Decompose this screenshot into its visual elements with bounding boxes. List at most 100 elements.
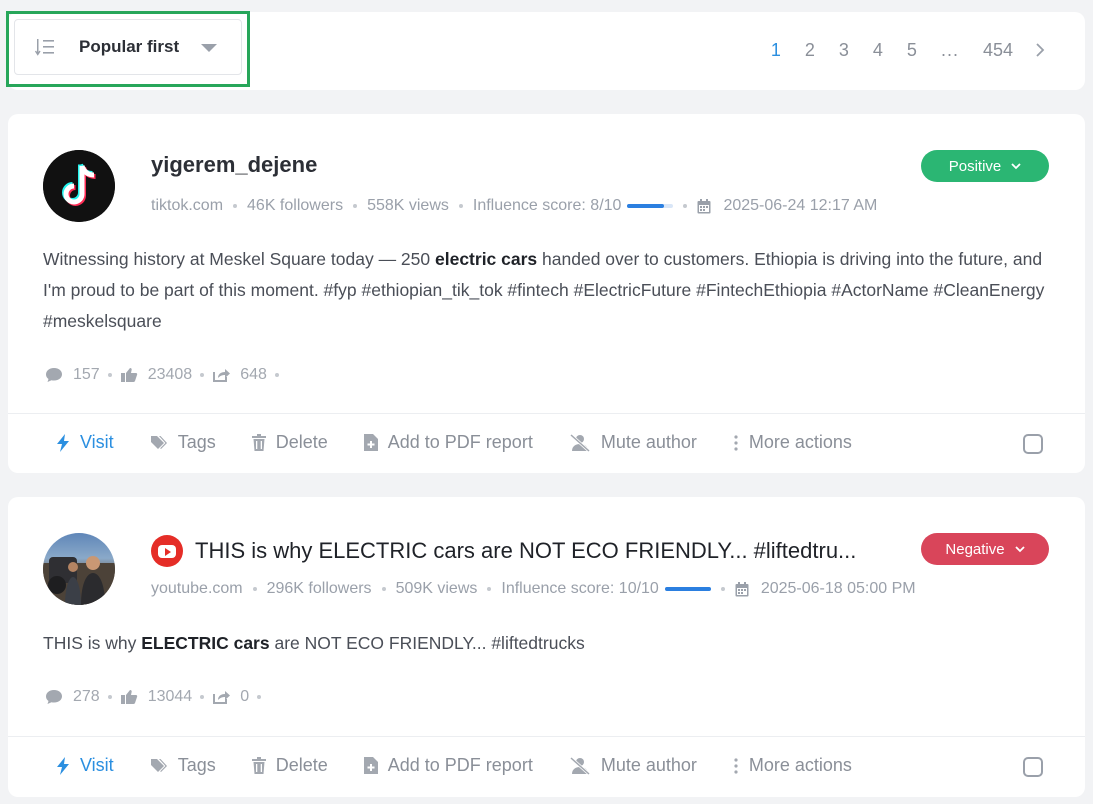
add-to-pdf-label: Add to PDF report <box>387 755 533 775</box>
separator-dot <box>683 204 688 208</box>
card-divider <box>8 736 1085 737</box>
mute-user-icon <box>569 756 590 775</box>
post-text-part: are NOT ECO FRIENDLY... #liftedtrucks <box>269 633 585 653</box>
shares-count: 0 <box>240 688 250 705</box>
post-datetime: 2025-06-18 05:00 PM <box>760 580 916 597</box>
separator-dot <box>107 373 112 377</box>
post-text-part: THIS is why <box>43 633 142 653</box>
post-datetime: 2025-06-24 12:17 AM <box>723 197 878 214</box>
influence-bar <box>664 587 711 591</box>
likes-count: 23408 <box>147 366 193 383</box>
sentiment-label: Negative <box>945 540 1005 558</box>
sort-label: Popular first <box>79 37 180 56</box>
tags-button[interactable]: Tags <box>150 432 216 453</box>
mute-author-label: Mute author <box>600 755 697 775</box>
post-title[interactable]: THIS is why ELECTRIC cars are NOT ECO FR… <box>195 538 856 564</box>
calendar-icon <box>735 581 749 596</box>
mention-card: THIS is why ELECTRIC cars are NOT ECO FR… <box>8 497 1085 797</box>
chevron-down-icon <box>201 44 218 52</box>
page-2[interactable]: 2 <box>805 40 815 61</box>
page-5[interactable]: 5 <box>907 40 917 61</box>
tag-icon <box>150 758 167 772</box>
calendar-icon <box>697 198 711 213</box>
keyword-highlight: electric cars <box>435 249 538 269</box>
pagination: 1 2 3 4 5 ... 454 <box>747 36 1045 64</box>
likes-count: 13044 <box>147 688 193 705</box>
views-count: 558K views <box>367 197 449 214</box>
post-title-row: yigerem_dejene <box>151 152 317 178</box>
card-actions: Visit Tags Delete Add to PDF report Mute… <box>56 432 888 453</box>
select-checkbox[interactable] <box>1023 757 1043 777</box>
page-1[interactable]: 1 <box>771 40 781 61</box>
engagement-stats: 278 13044 0 <box>45 688 269 706</box>
influence-score: Influence score: 10/10 <box>501 580 659 597</box>
separator-dot <box>487 587 492 591</box>
post-meta: youtube.com 296K followers 509K views In… <box>151 580 916 598</box>
comment-icon <box>46 368 62 382</box>
page-4[interactable]: 4 <box>873 40 883 61</box>
mute-author-button[interactable]: Mute author <box>569 432 697 453</box>
add-to-pdf-label: Add to PDF report <box>387 432 533 452</box>
author-name[interactable]: yigerem_dejene <box>151 152 317 178</box>
chevron-right-icon[interactable] <box>1035 42 1045 58</box>
source-domain[interactable]: tiktok.com <box>151 197 223 215</box>
separator-dot <box>200 373 205 377</box>
post-text-part: Witnessing history at Meskel Square toda… <box>43 249 435 269</box>
shares-count: 648 <box>240 366 267 383</box>
post-text: THIS is why ELECTRIC cars are NOT ECO FR… <box>43 628 1058 659</box>
more-actions-button[interactable]: More actions <box>733 755 852 776</box>
separator-dot <box>257 695 262 699</box>
select-checkbox[interactable] <box>1023 434 1043 454</box>
mute-author-label: Mute author <box>600 432 697 452</box>
more-actions-label: More actions <box>748 755 852 775</box>
youtube-logo-icon <box>151 535 183 567</box>
post-meta: tiktok.com 46K followers 558K views Infl… <box>151 197 877 215</box>
comment-icon <box>46 690 62 704</box>
tags-label: Tags <box>177 755 216 775</box>
separator-dot <box>720 587 725 591</box>
separator-dot <box>107 695 112 699</box>
post-text: Witnessing history at Meskel Square toda… <box>43 244 1058 337</box>
delete-button[interactable]: Delete <box>251 755 328 776</box>
add-to-pdf-button[interactable]: Add to PDF report <box>363 755 533 776</box>
more-actions-button[interactable]: More actions <box>733 432 852 453</box>
comments-count: 278 <box>73 688 100 705</box>
card-divider <box>8 413 1085 414</box>
sentiment-label: Positive <box>948 157 1002 175</box>
mute-author-button[interactable]: Mute author <box>569 755 697 776</box>
tags-button[interactable]: Tags <box>150 755 216 776</box>
influence-bar-fill <box>664 587 711 591</box>
influence-bar <box>627 204 674 208</box>
sentiment-badge[interactable]: Positive <box>921 150 1049 182</box>
add-to-pdf-button[interactable]: Add to PDF report <box>363 432 533 453</box>
separator-dot <box>274 373 279 377</box>
lightning-icon <box>57 756 69 775</box>
file-plus-icon <box>363 434 378 451</box>
source-domain[interactable]: youtube.com <box>151 580 243 598</box>
author-avatar <box>43 533 115 605</box>
engagement-stats: 157 23408 648 <box>45 366 287 384</box>
sort-dropdown[interactable]: Popular first <box>14 19 242 75</box>
followers-count: 296K followers <box>266 580 372 597</box>
sort-list-icon <box>35 39 54 56</box>
tag-icon <box>150 435 167 449</box>
visit-button[interactable]: Visit <box>56 755 114 776</box>
sentiment-badge[interactable]: Negative <box>921 533 1049 565</box>
card-actions: Visit Tags Delete Add to PDF report Mute… <box>56 755 888 776</box>
delete-label: Delete <box>275 755 328 775</box>
thumbs-up-icon <box>120 690 137 704</box>
mention-card: yigerem_dejene Positive tiktok.com 46K f… <box>8 114 1085 473</box>
page-last[interactable]: 454 <box>983 40 1013 61</box>
comments-count: 157 <box>73 366 100 383</box>
views-count: 509K views <box>395 580 478 597</box>
visit-button[interactable]: Visit <box>56 432 114 453</box>
visit-label: Visit <box>80 755 114 775</box>
delete-button[interactable]: Delete <box>251 432 328 453</box>
chevron-down-icon <box>1014 545 1025 552</box>
more-actions-label: More actions <box>748 432 852 452</box>
trash-icon <box>251 757 266 774</box>
thumbs-up-icon <box>120 368 137 382</box>
page-3[interactable]: 3 <box>839 40 849 61</box>
mute-user-icon <box>569 433 590 452</box>
keyword-highlight: ELECTRIC cars <box>141 633 270 653</box>
